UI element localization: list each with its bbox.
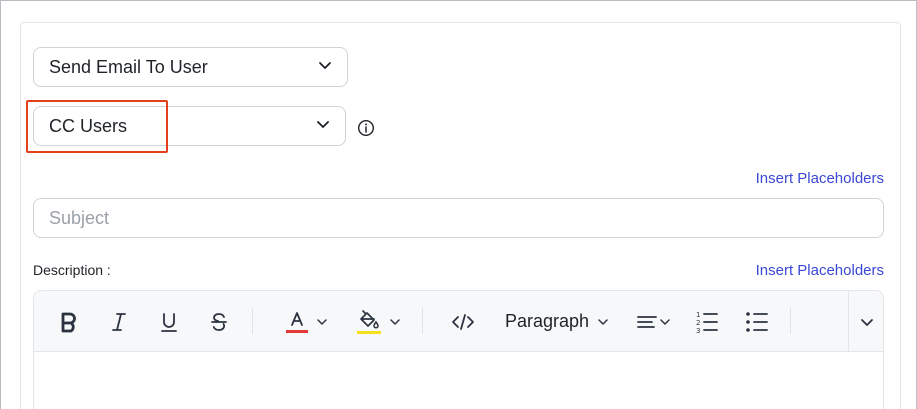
bullet-list-icon — [745, 311, 769, 333]
underline-icon — [159, 311, 179, 333]
description-editor: Paragraph 1 2 3 — [33, 290, 884, 409]
chevron-down-icon — [316, 316, 328, 328]
align-left-icon — [637, 314, 657, 330]
strikethrough-button[interactable] — [202, 291, 236, 352]
ordered-list-icon: 1 2 3 — [695, 310, 719, 334]
cc-users-select-value: CC Users — [49, 115, 128, 136]
description-insert-placeholders-link[interactable]: Insert Placeholders — [756, 262, 884, 279]
italic-icon — [109, 311, 129, 333]
chevron-down-icon — [597, 316, 609, 328]
toolbar-separator — [422, 308, 423, 334]
svg-text:2: 2 — [696, 319, 700, 327]
code-button[interactable] — [446, 291, 480, 352]
subject-input[interactable] — [33, 198, 884, 238]
action-type-select-value: Send Email To User — [49, 56, 208, 77]
text-color-button[interactable] — [278, 291, 334, 352]
text-color-icon — [284, 308, 310, 336]
paragraph-format-select[interactable]: Paragraph — [497, 291, 617, 352]
strikethrough-icon — [209, 311, 229, 333]
action-type-select[interactable]: Send Email To User — [33, 47, 348, 87]
underline-button[interactable] — [152, 291, 186, 352]
toolbar-separator — [252, 308, 253, 334]
bold-button[interactable] — [52, 291, 86, 352]
paragraph-format-label: Paragraph — [504, 311, 590, 331]
paint-bucket-icon — [355, 308, 383, 336]
editor-content-area[interactable] — [34, 352, 883, 409]
info-icon[interactable] — [357, 119, 375, 137]
ordered-list-button[interactable]: 1 2 3 — [690, 291, 724, 352]
chevron-down-icon — [859, 314, 875, 330]
toolbar-more-button[interactable] — [849, 291, 883, 352]
highlight-color-button[interactable] — [350, 291, 406, 352]
description-label: Description : — [33, 262, 111, 278]
bold-icon — [59, 311, 79, 333]
chevron-down-icon — [317, 57, 333, 78]
chevron-down-icon — [389, 316, 401, 328]
chevron-down-icon — [659, 316, 671, 328]
svg-text:3: 3 — [696, 327, 700, 334]
editor-toolbar: Paragraph 1 2 3 — [34, 291, 883, 352]
chevron-down-icon — [315, 116, 331, 137]
align-button[interactable] — [632, 291, 676, 352]
toolbar-separator — [790, 308, 791, 334]
code-icon — [451, 312, 475, 332]
subject-insert-placeholders-link[interactable]: Insert Placeholders — [756, 170, 884, 187]
cc-users-select[interactable]: CC Users — [33, 106, 346, 146]
bullet-list-button[interactable] — [740, 291, 774, 352]
italic-button[interactable] — [102, 291, 136, 352]
svg-text:1: 1 — [696, 311, 700, 319]
